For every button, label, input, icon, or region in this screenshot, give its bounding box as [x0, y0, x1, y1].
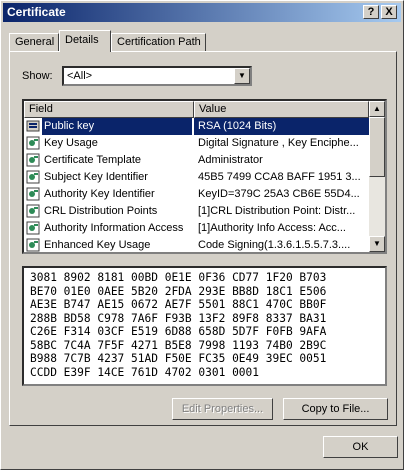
list-item[interactable]: Authority Key Identifier KeyID=379C 25A3 …: [24, 186, 369, 203]
window-title: Certificate: [7, 5, 66, 19]
hex-line: B988 7C7B 4237 51AD F50E FC35 0E49 39EC …: [30, 352, 327, 365]
show-label: Show:: [22, 70, 53, 82]
row-field: CRL Distribution Points: [44, 205, 158, 217]
extension-icon: [26, 187, 40, 201]
row-field: Certificate Template: [44, 154, 142, 166]
hex-line: C26E F314 03CF E519 6D88 658D 5D7F F0FB …: [30, 325, 327, 338]
list-item[interactable]: Subject Key Identifier 45B5 7499 CCA8 BAF…: [24, 169, 369, 186]
list-item[interactable]: CRL Distribution Points [1]CRL Distributi…: [24, 203, 369, 220]
details-panel: Show: <All> ▼ Field Value Public key RSA …: [9, 51, 397, 426]
show-dropdown[interactable]: <All> ▼: [62, 66, 252, 86]
ok-button[interactable]: OK: [323, 436, 398, 458]
tab-details[interactable]: Details: [59, 30, 111, 52]
list-item[interactable]: Public key RSA (1024 Bits): [24, 118, 369, 135]
extension-icon: [26, 136, 40, 150]
extension-icon: [26, 238, 40, 252]
list-item[interactable]: Certificate Template Administrator: [24, 152, 369, 169]
extension-icon: [26, 170, 40, 184]
extension-icon: [26, 221, 40, 235]
extension-icon: [26, 204, 40, 218]
extension-icon: [26, 153, 40, 167]
chevron-down-icon[interactable]: ▼: [234, 68, 250, 84]
row-value: [1]Authority Info Access: Acc...: [198, 222, 346, 234]
list-header: Field Value: [24, 101, 369, 118]
value-detail-box[interactable]: 3081 8902 8181 00BD 0E1E 0F36 CD77 1F20 …: [22, 266, 387, 386]
list-item[interactable]: Enhanced Key Usage Code Signing(1.3.6.1.5…: [24, 237, 369, 252]
row-field: Subject Key Identifier: [44, 171, 148, 183]
list-item[interactable]: Authority Information Access [1]Authority…: [24, 220, 369, 237]
column-header-value[interactable]: Value: [194, 101, 369, 118]
list-scrollbar[interactable]: ▲ ▼: [369, 101, 385, 252]
list-item[interactable]: Key Usage Digital Signature , Key Enciphe…: [24, 135, 369, 152]
row-value: RSA (1024 Bits): [194, 118, 369, 135]
scroll-down-icon[interactable]: ▼: [369, 236, 385, 252]
copy-to-file-button[interactable]: Copy to File...: [283, 398, 388, 420]
row-value: Administrator: [198, 154, 263, 166]
row-field: Enhanced Key Usage: [44, 239, 151, 251]
scroll-up-icon[interactable]: ▲: [369, 101, 385, 117]
edit-properties-button[interactable]: Edit Properties...: [172, 398, 273, 420]
close-button[interactable]: X: [381, 5, 397, 19]
public-key-icon: [26, 120, 40, 132]
row-field: Authority Information Access: [44, 222, 184, 234]
row-value: Code Signing(1.3.6.1.5.5.7.3....: [198, 239, 351, 251]
row-value: 45B5 7499 CCA8 BAFF 1951 3...: [198, 171, 361, 183]
hex-line: BE70 01E0 0AEE 5B20 2FDA 293E BB8D 18C1 …: [30, 284, 327, 298]
hex-line: CCDD E39F 14CE 761D 4702 0301 0001: [30, 365, 260, 379]
row-value: KeyID=379C 25A3 CB6E 55D4...: [198, 188, 360, 200]
show-selected-value: <All>: [67, 70, 93, 82]
row-value: Digital Signature , Key Enciphe...: [198, 137, 359, 149]
hex-line: 58BC 7C4A 7F5F 4271 B5E8 7998 1193 74B0 …: [30, 338, 327, 352]
column-header-field[interactable]: Field: [24, 101, 194, 118]
tab-certification-path[interactable]: Certification Path: [111, 33, 206, 52]
title-bar[interactable]: Certificate ? X: [3, 3, 401, 22]
row-value: [1]CRL Distribution Point: Distr...: [198, 205, 356, 217]
list-rows: Public key RSA (1024 Bits) Key Usage Digita…: [24, 118, 369, 252]
tab-general[interactable]: General: [9, 33, 59, 52]
hex-line: 3081 8902 8181 00BD 0E1E 0F36 CD77 1F20 …: [30, 271, 327, 284]
help-button[interactable]: ?: [363, 5, 379, 19]
row-field: Authority Key Identifier: [44, 188, 155, 200]
row-field: Public key: [42, 118, 192, 135]
field-list[interactable]: Field Value Public key RSA (1024 Bits) Key…: [22, 99, 387, 254]
certificate-dialog: Certificate ? X General Details Certific…: [0, 0, 404, 470]
scroll-thumb[interactable]: [369, 117, 385, 177]
hex-line: 288B BD58 C978 7A6F F93B 13F2 89F8 8337 …: [30, 311, 327, 325]
hex-line: AE3E B747 AE15 0672 AE7F 5501 88C1 470C …: [30, 298, 327, 311]
row-field: Key Usage: [44, 137, 98, 149]
